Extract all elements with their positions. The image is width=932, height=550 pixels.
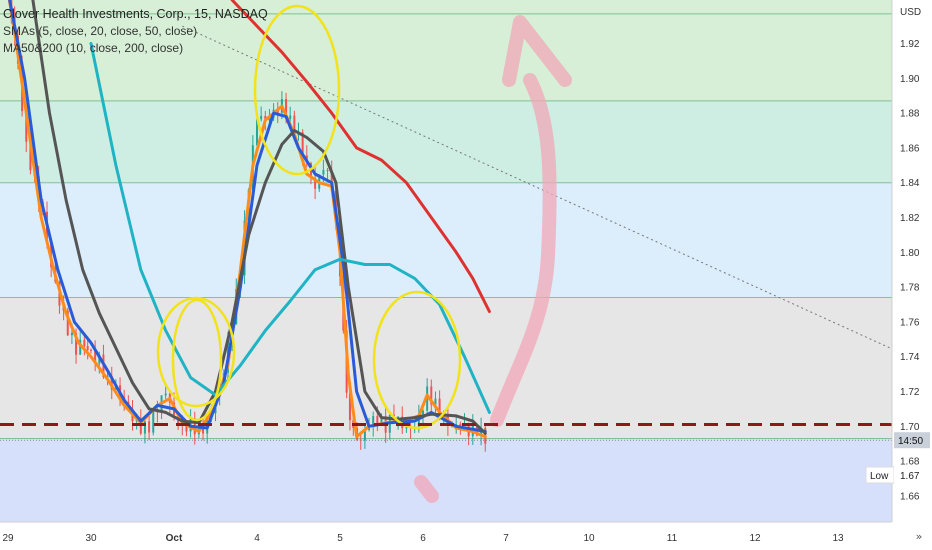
- candle-body: [152, 411, 155, 433]
- currency-label: USD: [900, 7, 921, 18]
- low-price-value: 1.67: [900, 471, 920, 482]
- x-tick-label: 30: [85, 533, 97, 544]
- x-tick-label: 10: [583, 533, 595, 544]
- x-tick-label: 11: [667, 533, 678, 544]
- candle-body: [260, 115, 263, 120]
- y-tick-label: 1.78: [900, 283, 920, 294]
- y-tick-label: 1.74: [900, 352, 920, 363]
- y-tick-label: 1.84: [900, 178, 920, 189]
- candle-body: [322, 169, 325, 175]
- candle-body: [90, 349, 92, 351]
- y-tick-label: 1.90: [900, 74, 920, 85]
- y-tick-label: 1.76: [900, 317, 920, 328]
- sma-indicator-label[interactable]: SMAs (5, close, 20, close, 50, close): [3, 23, 268, 40]
- candle-body: [376, 416, 379, 424]
- x-tick-label: 4: [254, 533, 260, 544]
- x-tick-label: 12: [749, 533, 761, 544]
- y-tick-label: 1.68: [900, 457, 920, 468]
- x-tick-label: 6: [420, 533, 426, 544]
- scroll-to-realtime-icon[interactable]: »: [912, 530, 926, 544]
- y-tick-label: 1.80: [900, 248, 920, 259]
- chart-panel[interactable]: USD 1.66 1.68 1.70 1.72 1.74 1.76 1.78 1.80 1.82 1…: [0, 0, 932, 550]
- y-tick-label: 1.88: [900, 109, 920, 120]
- y-tick-label: 1.72: [900, 387, 920, 398]
- candle-body: [86, 346, 89, 350]
- ma-indicator-label[interactable]: MA50&200 (10, close, 200, close): [3, 40, 268, 57]
- x-tick-label: 5: [337, 533, 343, 544]
- zone-layer: [0, 0, 892, 522]
- time-axis[interactable]: [0, 522, 932, 550]
- y-tick-label: 1.86: [900, 143, 920, 154]
- candle-body: [148, 421, 151, 433]
- y-tick-label: 1.70: [900, 422, 920, 433]
- symbol-title[interactable]: Clover Health Investments, Corp., 15, NA…: [3, 6, 268, 23]
- y-tick-label: 1.82: [900, 213, 920, 224]
- y-tick-label: 1.92: [900, 39, 920, 50]
- zone-band: [0, 438, 892, 522]
- candle-body: [326, 169, 329, 171]
- low-badge-label: Low: [870, 471, 889, 482]
- arrow-mark: [414, 475, 439, 503]
- candle-body: [70, 332, 73, 336]
- candle-body: [289, 115, 292, 119]
- x-tick-label: 29: [2, 533, 14, 544]
- current-price-label: 14:50: [898, 436, 923, 447]
- x-tick-label: 13: [832, 533, 844, 544]
- x-tick-label: 7: [503, 533, 509, 544]
- price-chart[interactable]: USD 1.66 1.68 1.70 1.72 1.74 1.76 1.78 1.80 1.82 1…: [0, 0, 932, 550]
- candle-body: [83, 339, 86, 347]
- candle-body: [459, 424, 462, 426]
- zone-band: [0, 100, 892, 183]
- y-tick-label: 1.66: [900, 491, 920, 502]
- candle-body: [164, 393, 167, 396]
- chart-legend: Clover Health Investments, Corp., 15, NA…: [3, 6, 268, 57]
- x-tick-label: Oct: [166, 533, 183, 544]
